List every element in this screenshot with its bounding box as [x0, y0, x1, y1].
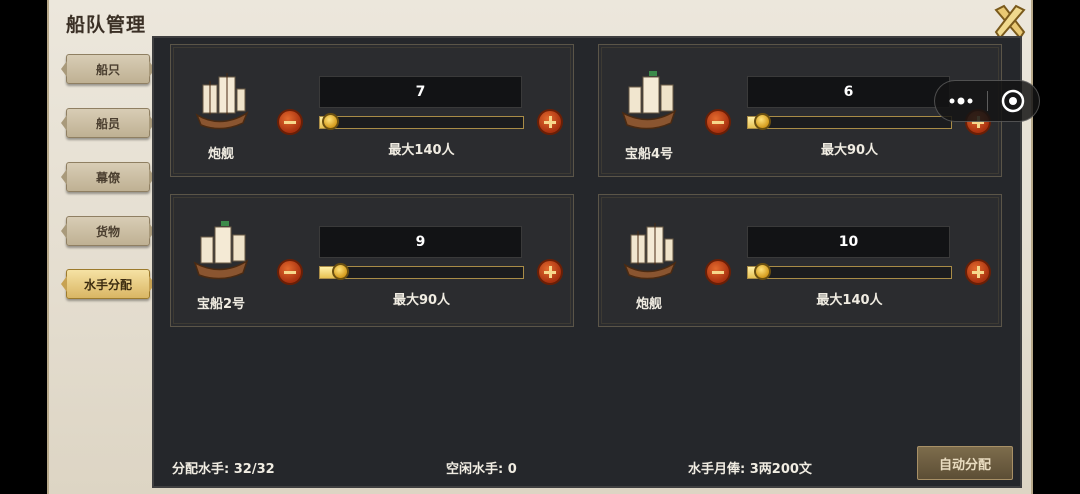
miniprogram-capsule — [934, 80, 1040, 122]
close-miniprogram-icon[interactable] — [1001, 89, 1025, 113]
plus-button[interactable] — [965, 259, 991, 285]
max-capacity-label: 最大140人 — [816, 293, 883, 308]
minus-button[interactable] — [705, 109, 731, 135]
auto-assign-button[interactable]: 自动分配 — [917, 446, 1013, 480]
ship-name: 炮舰 — [207, 147, 234, 162]
tab-label: 船只 — [95, 62, 120, 77]
tab-label: 船员 — [95, 116, 120, 131]
sailor-slider[interactable] — [319, 263, 524, 280]
ship-name: 宝船4号 — [624, 147, 674, 162]
capsule-divider — [987, 91, 988, 111]
sailor-salary-text: 水手月俸: 3两200文 — [688, 462, 812, 477]
treasure-ship-icon — [621, 71, 677, 130]
max-capacity-label: 最大90人 — [392, 293, 451, 308]
minus-button[interactable] — [277, 259, 303, 285]
slider-thumb[interactable] — [754, 113, 772, 130]
tab-advisors[interactable]: 幕僚 — [61, 162, 155, 192]
tab-cargo[interactable]: 货物 — [61, 216, 155, 246]
assigned-sailors-text: 分配水手: 32/32 — [172, 462, 275, 477]
sailor-slider[interactable] — [747, 263, 952, 280]
minus-button[interactable] — [705, 259, 731, 285]
ship-card: 宝船2号 9 最大90人 — [170, 194, 574, 327]
idle-sailors-text: 空闲水手: 0 — [446, 462, 517, 477]
ship-name: 宝船2号 — [196, 297, 246, 312]
slider-thumb[interactable] — [754, 263, 772, 280]
sailor-count-field[interactable]: 10 — [747, 226, 950, 258]
more-icon[interactable] — [947, 94, 975, 108]
tab-sailor-assignment[interactable]: 水手分配 — [61, 269, 155, 299]
tab-crew[interactable]: 船员 — [61, 108, 155, 138]
treasure-ship-icon — [193, 221, 249, 280]
sailor-count-field[interactable]: 9 — [319, 226, 522, 258]
plus-button[interactable] — [537, 109, 563, 135]
ship-name: 炮舰 — [635, 297, 662, 312]
max-capacity-label: 最大140人 — [388, 143, 455, 158]
sailor-slider[interactable] — [319, 113, 524, 130]
junk-ship-icon — [195, 73, 249, 130]
sailor-count-field[interactable]: 6 — [747, 76, 950, 108]
window-title: 船队管理 — [66, 14, 147, 36]
slider-thumb[interactable] — [322, 113, 340, 130]
plus-button[interactable] — [537, 259, 563, 285]
sailor-slider[interactable] — [747, 113, 952, 130]
tab-label: 水手分配 — [83, 277, 132, 292]
max-capacity-label: 最大90人 — [820, 143, 879, 158]
slider-thumb[interactable] — [332, 263, 350, 280]
tab-label: 货物 — [95, 224, 120, 239]
ship-card: 炮舰 7 最大140人 — [170, 44, 574, 177]
minus-button[interactable] — [277, 109, 303, 135]
tab-label: 幕僚 — [95, 170, 120, 185]
tab-ships[interactable]: 船只 — [61, 54, 155, 84]
sailor-count-field[interactable]: 7 — [319, 76, 522, 108]
junk-ship-icon — [623, 223, 677, 280]
ship-card: 炮舰 10 最大140人 — [598, 194, 1002, 327]
